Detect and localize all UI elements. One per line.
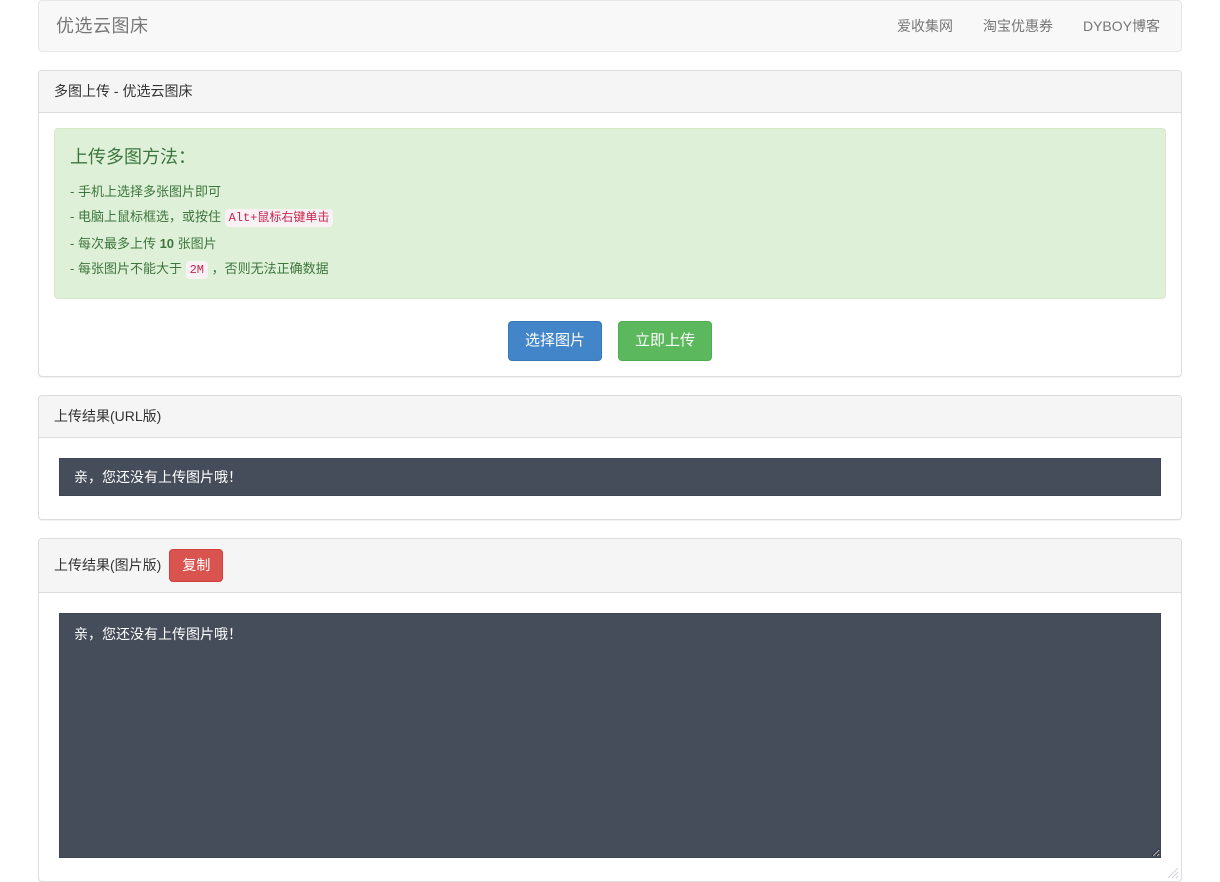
alert-line-2-text: - 电脑上鼠标框选，或按住 (70, 209, 225, 224)
alert-line-3-prefix: - 每次最多上传 (70, 236, 160, 251)
nav-link-taobao-coupon[interactable]: 淘宝优惠券 (968, 0, 1068, 52)
alert-line-4-prefix: - 每张图片不能大于 (70, 261, 186, 276)
upload-now-button[interactable]: 立即上传 (618, 321, 712, 361)
url-result-heading: 上传结果(URL版) (39, 396, 1181, 438)
upload-panel-title: 多图上传 - 优选云图床 (54, 81, 192, 102)
alert-line-3-suffix: 张图片 (174, 236, 217, 251)
url-result-title: 上传结果(URL版) (54, 406, 161, 427)
alert-title: 上传多图方法： (70, 144, 1150, 171)
alert-line-4-code: 2M (186, 261, 208, 279)
image-result-body (39, 593, 1181, 881)
url-result-body (39, 438, 1181, 519)
upload-action-row: 选择图片 立即上传 (54, 319, 1166, 361)
nav-link-aishouji[interactable]: 爱收集网 (882, 0, 968, 52)
alert-line-1-text: - 手机上选择多张图片即可 (70, 184, 221, 199)
upload-panel-heading: 多图上传 - 优选云图床 (39, 71, 1181, 113)
alert-line-1: - 手机上选择多张图片即可 (70, 179, 1150, 204)
image-result-title: 上传结果(图片版) (54, 555, 161, 576)
navbar-links: 爱收集网 淘宝优惠券 DYBOY博客 (882, 0, 1181, 52)
image-result-panel: 上传结果(图片版) 复制 (38, 538, 1182, 882)
alert-line-4: - 每张图片不能大于 2M ，否则无法正确数据 (70, 256, 1150, 283)
copy-button[interactable]: 复制 (169, 549, 223, 583)
top-navbar: 优选云图床 爱收集网 淘宝优惠券 DYBOY博客 (38, 0, 1182, 52)
alert-line-3-count: 10 (160, 236, 174, 251)
nav-link-dyboy-blog[interactable]: DYBOY博客 (1068, 0, 1175, 52)
alert-line-2-code: Alt+鼠标右键单击 (225, 209, 334, 227)
alert-line-4-suffix: ，否则无法正确数据 (208, 261, 329, 276)
upload-instructions-alert: 上传多图方法： - 手机上选择多张图片即可 - 电脑上鼠标框选，或按住 Alt+… (54, 128, 1166, 299)
brand-link[interactable]: 优选云图床 (39, 16, 149, 36)
upload-panel: 多图上传 - 优选云图床 上传多图方法： - 手机上选择多张图片即可 - 电脑上… (38, 70, 1182, 377)
alert-line-2: - 电脑上鼠标框选，或按住 Alt+鼠标右键单击 (70, 204, 1150, 231)
url-result-panel: 上传结果(URL版) (38, 395, 1182, 520)
upload-panel-body: 上传多图方法： - 手机上选择多张图片即可 - 电脑上鼠标框选，或按住 Alt+… (39, 113, 1181, 376)
url-result-textarea[interactable] (59, 458, 1161, 496)
image-result-heading: 上传结果(图片版) 复制 (39, 539, 1181, 594)
alert-line-3: - 每次最多上传 10 张图片 (70, 231, 1150, 256)
image-result-textarea[interactable] (59, 613, 1161, 858)
select-images-button[interactable]: 选择图片 (508, 321, 602, 361)
resize-handle-icon[interactable] (1167, 867, 1179, 879)
